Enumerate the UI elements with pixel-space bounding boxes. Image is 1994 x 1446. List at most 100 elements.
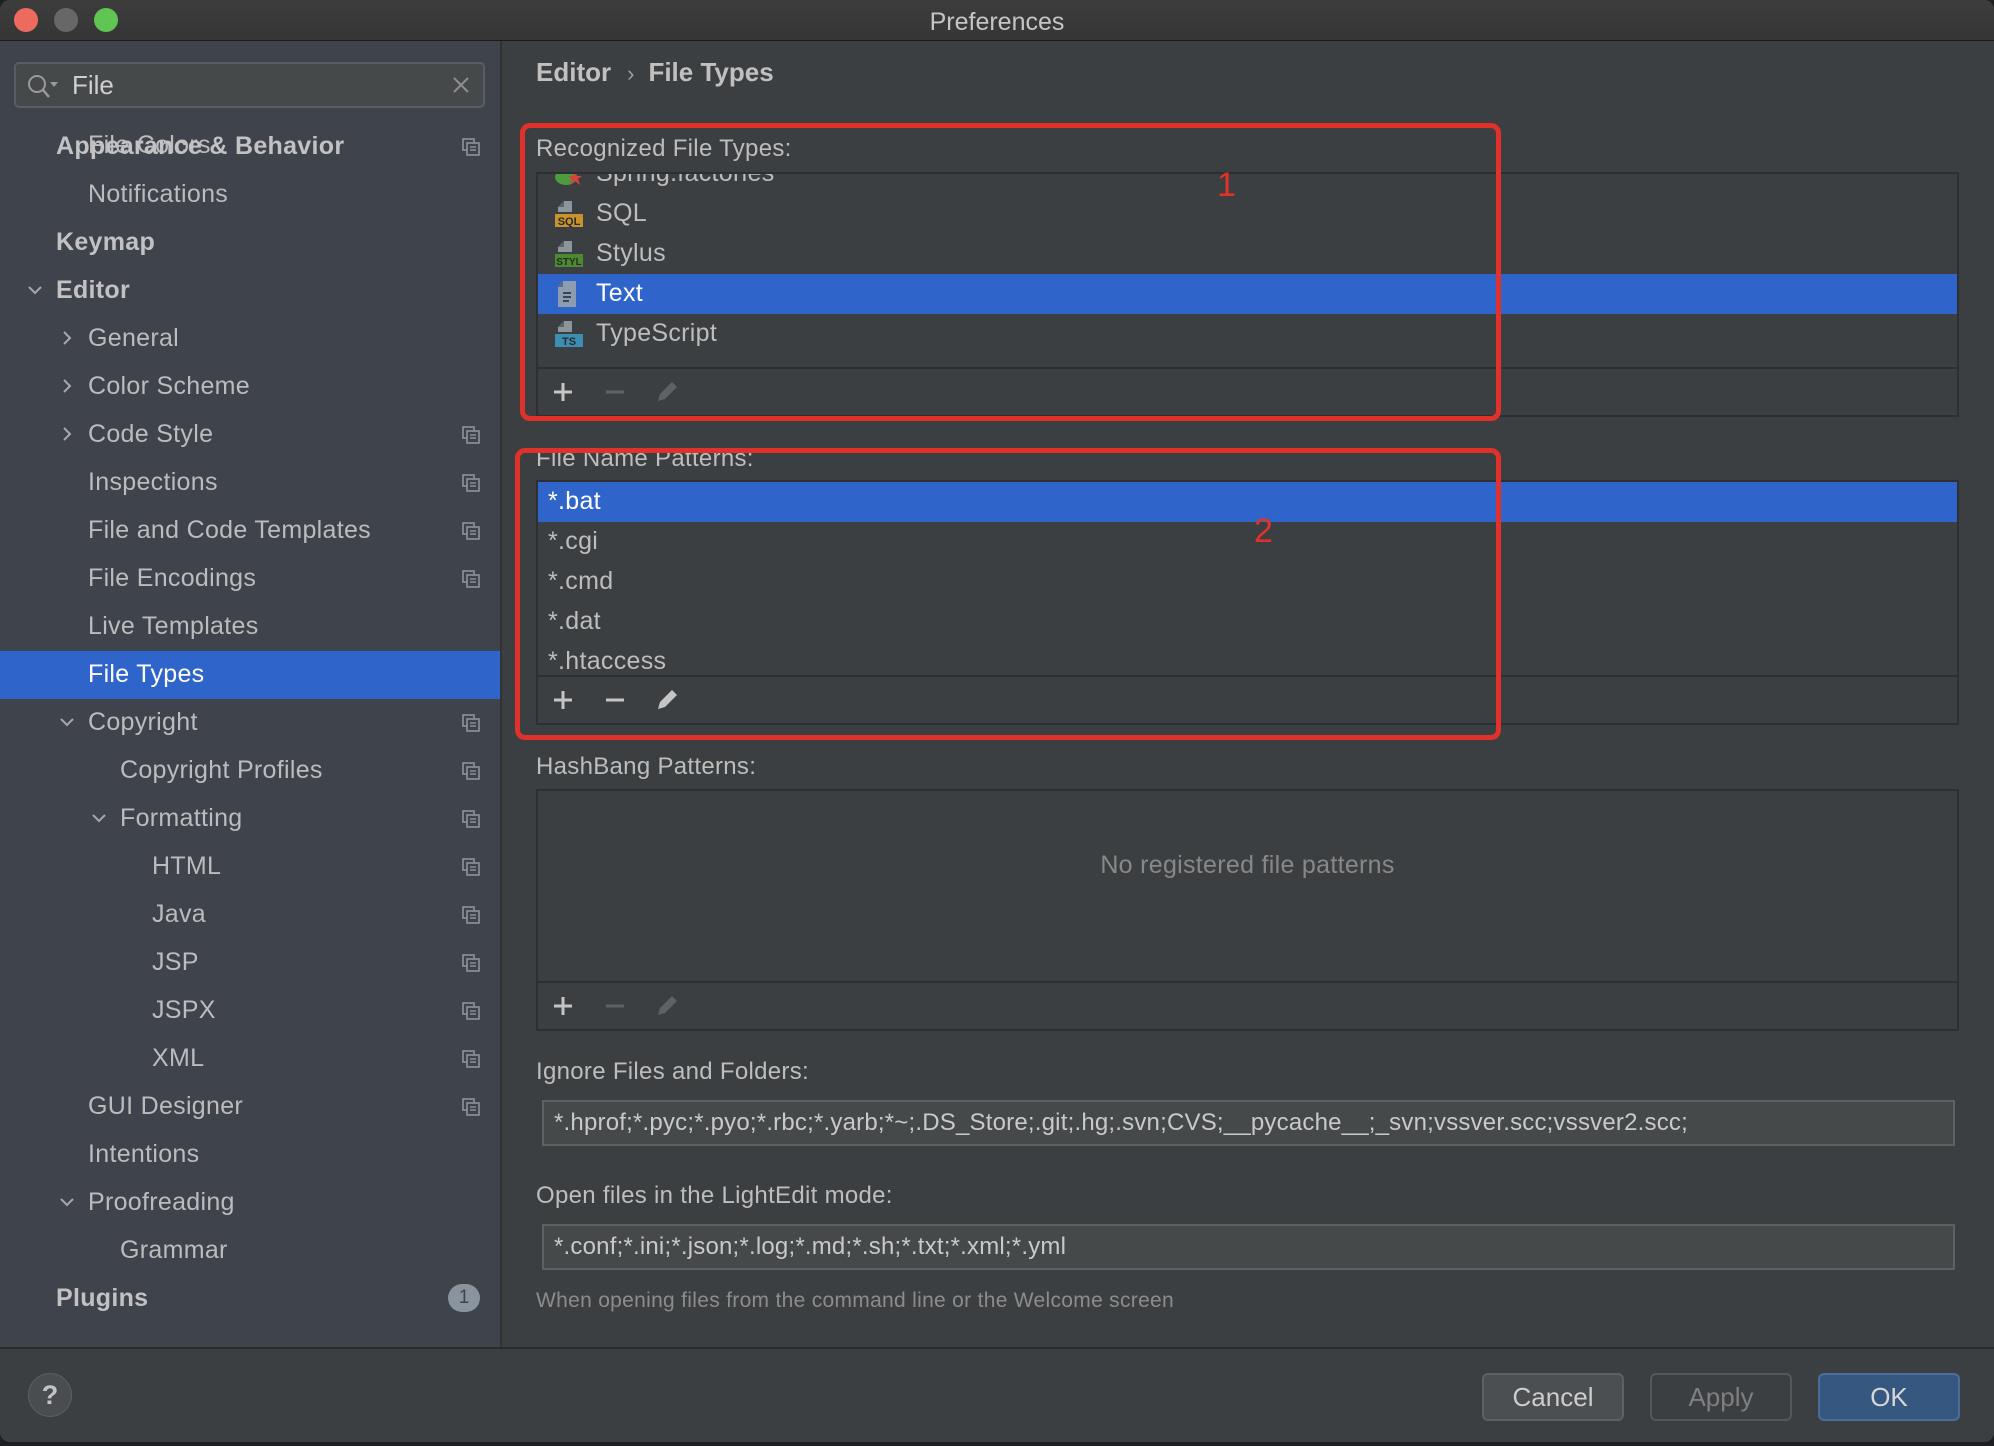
project-level-icon — [462, 1050, 480, 1068]
pattern-label: *.cmd — [548, 567, 614, 595]
sidebar-item-keymap[interactable]: Keymap — [0, 219, 500, 267]
sidebar-item-label: Copyright — [88, 708, 198, 736]
sidebar-item-appearance-behavior[interactable]: Appearance & Behavior — [0, 123, 500, 171]
sidebar-item-label: Inspections — [88, 468, 218, 496]
recognized-toolbar — [538, 367, 1957, 415]
file-type-item[interactable]: SQL SQL — [538, 194, 1957, 234]
edit-pattern-button[interactable] — [654, 687, 680, 713]
edit-file-type-button[interactable] — [654, 379, 680, 405]
spring-factories-icon — [555, 174, 582, 185]
chevron-down-icon[interactable] — [58, 1193, 76, 1211]
file-name-patterns-list[interactable]: *.bat *.cgi *.cmd *.dat *.htaccess — [536, 480, 1959, 725]
svg-text:TS: TS — [562, 336, 576, 348]
project-level-icon — [462, 426, 480, 444]
chevron-down-icon[interactable] — [26, 281, 44, 299]
sidebar-item-java[interactable]: Java — [0, 891, 500, 939]
hashbang-toolbar — [538, 981, 1957, 1029]
search-input[interactable] — [72, 68, 452, 102]
sidebar-item-formatting[interactable]: Formatting — [0, 795, 500, 843]
project-level-icon — [462, 954, 480, 972]
pattern-item[interactable]: *.bat — [538, 482, 1957, 522]
sidebar-item-grammar[interactable]: Grammar — [0, 1227, 500, 1275]
remove-hashbang-button[interactable] — [602, 993, 628, 1019]
sidebar-item-label: Grammar — [120, 1236, 228, 1264]
svg-text:STYL: STYL — [556, 257, 582, 268]
project-level-icon — [462, 1002, 480, 1020]
sidebar-item-code-style[interactable]: Code Style — [0, 411, 500, 459]
sidebar-item-label: Keymap — [56, 228, 156, 256]
pattern-item[interactable]: *.cgi — [538, 522, 1957, 562]
chevron-right-icon[interactable] — [58, 425, 76, 443]
empty-list-message: No registered file patterns — [1100, 851, 1395, 879]
sidebar-item-label: Formatting — [120, 804, 243, 832]
pattern-item[interactable]: *.htaccess — [538, 642, 1957, 677]
edit-hashbang-button[interactable] — [654, 993, 680, 1019]
sidebar-item-gui-designer[interactable]: GUI Designer — [0, 1083, 500, 1131]
breadcrumb-parent[interactable]: Editor — [536, 57, 611, 87]
sidebar-item-file-and-code-templates[interactable]: File and Code Templates — [0, 507, 500, 555]
svg-text:SQL: SQL — [558, 216, 581, 228]
sidebar-item-color-scheme[interactable]: Color Scheme — [0, 363, 500, 411]
sidebar-item-label: Intentions — [88, 1140, 200, 1168]
hashbang-patterns-list[interactable]: No registered file patterns — [536, 789, 1959, 1031]
file-types-panel: Editor › File Types Recognized File Types:… — [504, 41, 1994, 1347]
chevron-down-icon[interactable] — [58, 713, 76, 731]
sidebar-item-label: Java — [152, 900, 207, 928]
sidebar-item-file-types[interactable]: File Types — [0, 651, 500, 699]
file-type-label: Stylus — [596, 239, 666, 267]
sidebar-item-plugins[interactable]: Plugins 1 — [0, 1275, 500, 1323]
add-hashbang-button[interactable] — [550, 993, 576, 1019]
sidebar-item-editor[interactable]: Editor — [0, 267, 500, 315]
sidebar-item-jsp[interactable]: JSP — [0, 939, 500, 987]
add-pattern-button[interactable] — [550, 687, 576, 713]
help-button[interactable]: ? — [28, 1373, 72, 1417]
cancel-button[interactable]: Cancel — [1482, 1373, 1624, 1421]
sidebar-item-html[interactable]: HTML — [0, 843, 500, 891]
sidebar-item-inspections[interactable]: Inspections — [0, 459, 500, 507]
remove-pattern-button[interactable] — [602, 687, 628, 713]
project-level-icon — [462, 474, 480, 492]
sidebar-item-file-encodings[interactable]: File Encodings — [0, 555, 500, 603]
sidebar-item-label: Copyright Profiles — [120, 756, 323, 784]
sidebar-item-jspx[interactable]: JSPX — [0, 987, 500, 1035]
sidebar-item-label: HTML — [152, 852, 222, 880]
file-type-item[interactable]: STYL Stylus — [538, 234, 1957, 274]
add-file-type-button[interactable] — [550, 379, 576, 405]
apply-button[interactable]: Apply — [1650, 1373, 1792, 1421]
pattern-item[interactable]: *.cmd — [538, 562, 1957, 602]
ok-button[interactable]: OK — [1818, 1373, 1960, 1421]
sidebar-item-label: File Types — [88, 660, 205, 688]
pattern-item[interactable]: *.dat — [538, 602, 1957, 642]
sidebar-item-copyright-profiles[interactable]: Copyright Profiles — [0, 747, 500, 795]
sidebar-item-general[interactable]: General — [0, 315, 500, 363]
clear-search-icon[interactable] — [451, 75, 471, 95]
chevron-right-icon[interactable] — [58, 377, 76, 395]
sidebar-item-label: JSPX — [152, 996, 216, 1024]
file-type-item[interactable]: Text — [538, 274, 1957, 314]
file-type-item[interactable]: Spring.factories — [538, 174, 1957, 194]
sidebar-item-proofreading[interactable]: Proofreading — [0, 1179, 500, 1227]
search-icon[interactable] — [26, 73, 60, 99]
project-level-icon — [462, 762, 480, 780]
sidebar-item-live-templates[interactable]: Live Templates — [0, 603, 500, 651]
file-type-item[interactable]: TS TypeScript — [538, 314, 1957, 354]
sidebar-item-copyright[interactable]: Copyright — [0, 699, 500, 747]
ignore-files-input[interactable] — [554, 1106, 1944, 1140]
breadcrumb: Editor › File Types — [536, 57, 774, 88]
sidebar-item-notifications[interactable]: Notifications — [0, 171, 500, 219]
sidebar-item-intentions[interactable]: Intentions — [0, 1131, 500, 1179]
plugins-update-badge: 1 — [448, 1284, 480, 1312]
lightedit-field[interactable] — [542, 1224, 1955, 1270]
remove-file-type-button[interactable] — [602, 379, 628, 405]
chevron-down-icon[interactable] — [90, 809, 108, 827]
chevron-right-icon[interactable] — [58, 329, 76, 347]
hashbang-patterns-label: HashBang Patterns: — [536, 753, 757, 780]
sidebar-item-xml[interactable]: XML — [0, 1035, 500, 1083]
lightedit-input[interactable] — [554, 1230, 1944, 1264]
settings-search-field[interactable] — [14, 62, 485, 108]
project-level-icon — [462, 570, 480, 588]
file-type-label: Text — [596, 279, 644, 307]
ignore-files-field[interactable] — [542, 1100, 1955, 1146]
sidebar-item-label: File and Code Templates — [88, 516, 371, 544]
recognized-file-types-list[interactable]: Spring.factories SQL SQL STYL Stylus Text TS Ty… — [536, 172, 1959, 417]
